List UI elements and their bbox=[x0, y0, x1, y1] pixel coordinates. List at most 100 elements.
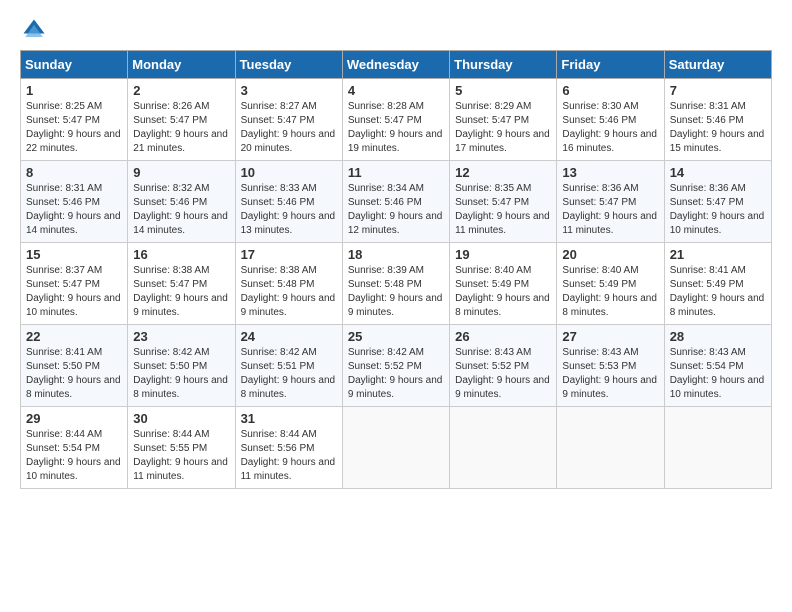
cell-content: Sunrise: 8:35 AM Sunset: 5:47 PM Dayligh… bbox=[455, 182, 551, 238]
calendar-cell: 2 Sunrise: 8:26 AM Sunset: 5:47 PM Dayli… bbox=[128, 79, 235, 161]
day-header-thursday: Thursday bbox=[450, 51, 557, 79]
cell-content: Sunrise: 8:39 AM Sunset: 5:48 PM Dayligh… bbox=[348, 264, 444, 320]
calendar-cell: 4 Sunrise: 8:28 AM Sunset: 5:47 PM Dayli… bbox=[342, 79, 449, 161]
day-number: 2 bbox=[133, 83, 229, 98]
day-number: 17 bbox=[241, 247, 337, 262]
calendar-cell: 15 Sunrise: 8:37 AM Sunset: 5:47 PM Dayl… bbox=[21, 243, 128, 325]
cell-content: Sunrise: 8:42 AM Sunset: 5:50 PM Dayligh… bbox=[133, 346, 229, 402]
day-number: 16 bbox=[133, 247, 229, 262]
cell-content: Sunrise: 8:36 AM Sunset: 5:47 PM Dayligh… bbox=[670, 182, 766, 238]
calendar-cell: 6 Sunrise: 8:30 AM Sunset: 5:46 PM Dayli… bbox=[557, 79, 664, 161]
calendar-cell: 14 Sunrise: 8:36 AM Sunset: 5:47 PM Dayl… bbox=[664, 161, 771, 243]
day-number: 10 bbox=[241, 165, 337, 180]
calendar-week-row: 1 Sunrise: 8:25 AM Sunset: 5:47 PM Dayli… bbox=[21, 79, 772, 161]
cell-content: Sunrise: 8:32 AM Sunset: 5:46 PM Dayligh… bbox=[133, 182, 229, 238]
day-header-friday: Friday bbox=[557, 51, 664, 79]
day-number: 4 bbox=[348, 83, 444, 98]
calendar-cell: 10 Sunrise: 8:33 AM Sunset: 5:46 PM Dayl… bbox=[235, 161, 342, 243]
calendar-cell: 26 Sunrise: 8:43 AM Sunset: 5:52 PM Dayl… bbox=[450, 325, 557, 407]
cell-content: Sunrise: 8:31 AM Sunset: 5:46 PM Dayligh… bbox=[26, 182, 122, 238]
cell-content: Sunrise: 8:33 AM Sunset: 5:46 PM Dayligh… bbox=[241, 182, 337, 238]
calendar-cell: 5 Sunrise: 8:29 AM Sunset: 5:47 PM Dayli… bbox=[450, 79, 557, 161]
calendar-cell: 28 Sunrise: 8:43 AM Sunset: 5:54 PM Dayl… bbox=[664, 325, 771, 407]
calendar-cell: 23 Sunrise: 8:42 AM Sunset: 5:50 PM Dayl… bbox=[128, 325, 235, 407]
day-number: 14 bbox=[670, 165, 766, 180]
day-number: 6 bbox=[562, 83, 658, 98]
calendar-cell: 16 Sunrise: 8:38 AM Sunset: 5:47 PM Dayl… bbox=[128, 243, 235, 325]
calendar-cell bbox=[664, 407, 771, 489]
day-number: 26 bbox=[455, 329, 551, 344]
calendar-cell: 3 Sunrise: 8:27 AM Sunset: 5:47 PM Dayli… bbox=[235, 79, 342, 161]
calendar-week-row: 15 Sunrise: 8:37 AM Sunset: 5:47 PM Dayl… bbox=[21, 243, 772, 325]
calendar-cell bbox=[342, 407, 449, 489]
calendar-cell: 9 Sunrise: 8:32 AM Sunset: 5:46 PM Dayli… bbox=[128, 161, 235, 243]
cell-content: Sunrise: 8:44 AM Sunset: 5:56 PM Dayligh… bbox=[241, 428, 337, 484]
day-number: 12 bbox=[455, 165, 551, 180]
calendar-cell: 24 Sunrise: 8:42 AM Sunset: 5:51 PM Dayl… bbox=[235, 325, 342, 407]
day-number: 15 bbox=[26, 247, 122, 262]
day-number: 13 bbox=[562, 165, 658, 180]
day-header-monday: Monday bbox=[128, 51, 235, 79]
calendar-table: SundayMondayTuesdayWednesdayThursdayFrid… bbox=[20, 50, 772, 489]
page-header bbox=[20, 16, 772, 44]
day-header-saturday: Saturday bbox=[664, 51, 771, 79]
cell-content: Sunrise: 8:40 AM Sunset: 5:49 PM Dayligh… bbox=[455, 264, 551, 320]
calendar-cell bbox=[450, 407, 557, 489]
calendar-cell: 21 Sunrise: 8:41 AM Sunset: 5:49 PM Dayl… bbox=[664, 243, 771, 325]
day-number: 18 bbox=[348, 247, 444, 262]
cell-content: Sunrise: 8:42 AM Sunset: 5:51 PM Dayligh… bbox=[241, 346, 337, 402]
calendar-cell: 30 Sunrise: 8:44 AM Sunset: 5:55 PM Dayl… bbox=[128, 407, 235, 489]
calendar-cell bbox=[557, 407, 664, 489]
calendar-week-row: 8 Sunrise: 8:31 AM Sunset: 5:46 PM Dayli… bbox=[21, 161, 772, 243]
cell-content: Sunrise: 8:36 AM Sunset: 5:47 PM Dayligh… bbox=[562, 182, 658, 238]
day-number: 19 bbox=[455, 247, 551, 262]
day-number: 11 bbox=[348, 165, 444, 180]
day-number: 8 bbox=[26, 165, 122, 180]
day-number: 29 bbox=[26, 411, 122, 426]
logo bbox=[20, 16, 52, 44]
cell-content: Sunrise: 8:40 AM Sunset: 5:49 PM Dayligh… bbox=[562, 264, 658, 320]
day-header-wednesday: Wednesday bbox=[342, 51, 449, 79]
calendar-cell: 7 Sunrise: 8:31 AM Sunset: 5:46 PM Dayli… bbox=[664, 79, 771, 161]
day-number: 28 bbox=[670, 329, 766, 344]
calendar-cell: 8 Sunrise: 8:31 AM Sunset: 5:46 PM Dayli… bbox=[21, 161, 128, 243]
cell-content: Sunrise: 8:25 AM Sunset: 5:47 PM Dayligh… bbox=[26, 100, 122, 156]
calendar-body: 1 Sunrise: 8:25 AM Sunset: 5:47 PM Dayli… bbox=[21, 79, 772, 489]
cell-content: Sunrise: 8:42 AM Sunset: 5:52 PM Dayligh… bbox=[348, 346, 444, 402]
cell-content: Sunrise: 8:41 AM Sunset: 5:49 PM Dayligh… bbox=[670, 264, 766, 320]
calendar-header-row: SundayMondayTuesdayWednesdayThursdayFrid… bbox=[21, 51, 772, 79]
calendar-cell: 13 Sunrise: 8:36 AM Sunset: 5:47 PM Dayl… bbox=[557, 161, 664, 243]
calendar-cell: 12 Sunrise: 8:35 AM Sunset: 5:47 PM Dayl… bbox=[450, 161, 557, 243]
cell-content: Sunrise: 8:31 AM Sunset: 5:46 PM Dayligh… bbox=[670, 100, 766, 156]
calendar-cell: 19 Sunrise: 8:40 AM Sunset: 5:49 PM Dayl… bbox=[450, 243, 557, 325]
cell-content: Sunrise: 8:28 AM Sunset: 5:47 PM Dayligh… bbox=[348, 100, 444, 156]
calendar-cell: 31 Sunrise: 8:44 AM Sunset: 5:56 PM Dayl… bbox=[235, 407, 342, 489]
day-number: 1 bbox=[26, 83, 122, 98]
calendar-cell: 20 Sunrise: 8:40 AM Sunset: 5:49 PM Dayl… bbox=[557, 243, 664, 325]
day-number: 22 bbox=[26, 329, 122, 344]
cell-content: Sunrise: 8:43 AM Sunset: 5:53 PM Dayligh… bbox=[562, 346, 658, 402]
day-header-tuesday: Tuesday bbox=[235, 51, 342, 79]
cell-content: Sunrise: 8:34 AM Sunset: 5:46 PM Dayligh… bbox=[348, 182, 444, 238]
day-number: 7 bbox=[670, 83, 766, 98]
cell-content: Sunrise: 8:44 AM Sunset: 5:54 PM Dayligh… bbox=[26, 428, 122, 484]
day-number: 30 bbox=[133, 411, 229, 426]
cell-content: Sunrise: 8:41 AM Sunset: 5:50 PM Dayligh… bbox=[26, 346, 122, 402]
day-number: 25 bbox=[348, 329, 444, 344]
logo-icon bbox=[20, 16, 48, 44]
calendar-week-row: 29 Sunrise: 8:44 AM Sunset: 5:54 PM Dayl… bbox=[21, 407, 772, 489]
cell-content: Sunrise: 8:38 AM Sunset: 5:48 PM Dayligh… bbox=[241, 264, 337, 320]
cell-content: Sunrise: 8:38 AM Sunset: 5:47 PM Dayligh… bbox=[133, 264, 229, 320]
day-number: 3 bbox=[241, 83, 337, 98]
day-number: 20 bbox=[562, 247, 658, 262]
calendar-cell: 27 Sunrise: 8:43 AM Sunset: 5:53 PM Dayl… bbox=[557, 325, 664, 407]
cell-content: Sunrise: 8:29 AM Sunset: 5:47 PM Dayligh… bbox=[455, 100, 551, 156]
cell-content: Sunrise: 8:37 AM Sunset: 5:47 PM Dayligh… bbox=[26, 264, 122, 320]
calendar-cell: 1 Sunrise: 8:25 AM Sunset: 5:47 PM Dayli… bbox=[21, 79, 128, 161]
calendar-cell: 25 Sunrise: 8:42 AM Sunset: 5:52 PM Dayl… bbox=[342, 325, 449, 407]
calendar-cell: 11 Sunrise: 8:34 AM Sunset: 5:46 PM Dayl… bbox=[342, 161, 449, 243]
cell-content: Sunrise: 8:43 AM Sunset: 5:52 PM Dayligh… bbox=[455, 346, 551, 402]
calendar-cell: 22 Sunrise: 8:41 AM Sunset: 5:50 PM Dayl… bbox=[21, 325, 128, 407]
cell-content: Sunrise: 8:26 AM Sunset: 5:47 PM Dayligh… bbox=[133, 100, 229, 156]
calendar-week-row: 22 Sunrise: 8:41 AM Sunset: 5:50 PM Dayl… bbox=[21, 325, 772, 407]
